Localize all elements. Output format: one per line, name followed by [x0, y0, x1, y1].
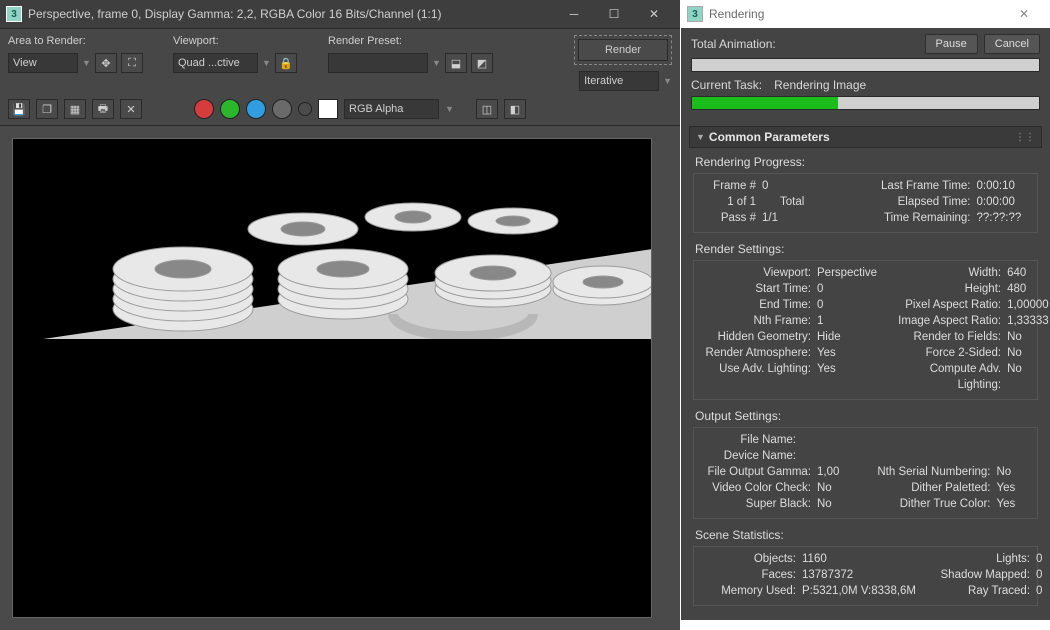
- green-channel-toggle[interactable]: [220, 99, 240, 119]
- channel-display-select[interactable]: RGB Alpha: [344, 99, 439, 119]
- titlebar[interactable]: 3 Rendering ✕: [681, 0, 1050, 28]
- toolbar-row-2: 💾 ❐ ▦ 🖶 ✕ RGB Alpha ▼ ◫ ◧: [0, 95, 680, 126]
- area-to-render-label: Area to Render:: [8, 35, 163, 47]
- red-channel-toggle[interactable]: [194, 99, 214, 119]
- titlebar[interactable]: 3 Perspective, frame 0, Display Gamma: 2…: [0, 0, 680, 28]
- rollout-header[interactable]: ▼ Common Parameters ⋮⋮: [689, 126, 1042, 148]
- preset-select[interactable]: [328, 53, 428, 73]
- parameters-scroll[interactable]: ▼ Common Parameters ⋮⋮ Rendering Progres…: [681, 120, 1050, 620]
- cancel-button[interactable]: Cancel: [984, 34, 1040, 54]
- output-settings-group: File Name: Device Name: File Output Gamm…: [693, 427, 1038, 519]
- scene-stats-group: Objects:1160 Faces:13787372 Memory Used:…: [693, 546, 1038, 606]
- bg-swatch[interactable]: [318, 99, 338, 119]
- preset-settings-icon[interactable]: ◩: [471, 53, 493, 73]
- drag-handle-icon[interactable]: ⋮⋮: [1015, 132, 1035, 143]
- chevron-down-icon: ▼: [432, 58, 441, 68]
- current-task-label: Current Task:: [691, 78, 762, 92]
- app-icon: 3: [6, 6, 22, 22]
- render-frame-window: 3 Perspective, frame 0, Display Gamma: 2…: [0, 0, 680, 620]
- total-progress-bar: [691, 58, 1040, 72]
- close-button[interactable]: ✕: [1004, 0, 1044, 28]
- render-settings-group: Viewport:Perspective Start Time:0 End Ti…: [693, 260, 1038, 400]
- chevron-down-icon: ▼: [82, 58, 91, 68]
- minimize-button[interactable]: ─: [554, 0, 594, 28]
- output-settings-title: Output Settings:: [689, 406, 1042, 425]
- maximize-button[interactable]: ☐: [594, 0, 634, 28]
- clone-icon[interactable]: ▦: [64, 99, 86, 119]
- rendering-progress-title: Rendering Progress:: [689, 152, 1042, 171]
- clear-icon[interactable]: ✕: [120, 99, 142, 119]
- crop-icon[interactable]: ⛶: [121, 53, 143, 73]
- pause-button[interactable]: Pause: [925, 34, 978, 54]
- scene-stats-title: Scene Statistics:: [689, 525, 1042, 544]
- print-icon[interactable]: 🖶: [92, 99, 114, 119]
- copy-icon[interactable]: ❐: [36, 99, 58, 119]
- save-icon[interactable]: 💾: [8, 99, 30, 119]
- viewport-label: Viewport:: [173, 35, 318, 47]
- rendering-progress-window: 3 Rendering ✕ Total Animation: Pause Can…: [680, 0, 1050, 620]
- chevron-down-icon: ▼: [696, 132, 705, 142]
- preset-add-icon[interactable]: ⬓: [445, 53, 467, 73]
- rendering-progress-group: Frame #0 1 of 1Total Pass #1/1 Last Fram…: [693, 173, 1038, 233]
- window-title: Perspective, frame 0, Display Gamma: 2,2…: [28, 7, 442, 21]
- renderer-mode-select[interactable]: Iterative: [579, 71, 659, 91]
- alpha-channel-toggle[interactable]: [272, 99, 292, 119]
- rollout-title: Common Parameters: [709, 130, 830, 144]
- render-button[interactable]: Render: [578, 39, 668, 61]
- toolbar-row-1: Area to Render: View ▼ ✥ ⛶ Viewport: Qua…: [0, 28, 680, 95]
- render-preset-label: Render Preset:: [328, 35, 498, 47]
- close-button[interactable]: ✕: [634, 0, 674, 28]
- chevron-down-icon: ▼: [663, 76, 672, 86]
- render-settings-title: Render Settings:: [689, 239, 1042, 258]
- overlay-a-icon[interactable]: ◫: [476, 99, 498, 119]
- overlay-b-icon[interactable]: ◧: [504, 99, 526, 119]
- render-area: [0, 126, 680, 630]
- region-icon[interactable]: ✥: [95, 53, 117, 73]
- total-animation-label: Total Animation:: [691, 37, 919, 51]
- current-task-value: Rendering Image: [774, 78, 866, 92]
- window-title: Rendering: [709, 7, 764, 21]
- viewport-select[interactable]: Quad ...ctive: [173, 53, 258, 73]
- common-parameters-rollout: ▼ Common Parameters ⋮⋮ Rendering Progres…: [689, 126, 1042, 616]
- blue-channel-toggle[interactable]: [246, 99, 266, 119]
- area-select[interactable]: View: [8, 53, 78, 73]
- mono-toggle[interactable]: [298, 102, 312, 116]
- app-icon: 3: [687, 6, 703, 22]
- chevron-down-icon: ▼: [445, 104, 454, 114]
- render-canvas: [12, 138, 652, 618]
- current-progress-bar: [691, 96, 1040, 110]
- progress-area: Total Animation: Pause Cancel Current Ta…: [681, 28, 1050, 120]
- chevron-down-icon: ▼: [262, 58, 271, 68]
- render-button-frame: Render: [574, 35, 672, 65]
- lock-icon[interactable]: 🔒: [275, 53, 297, 73]
